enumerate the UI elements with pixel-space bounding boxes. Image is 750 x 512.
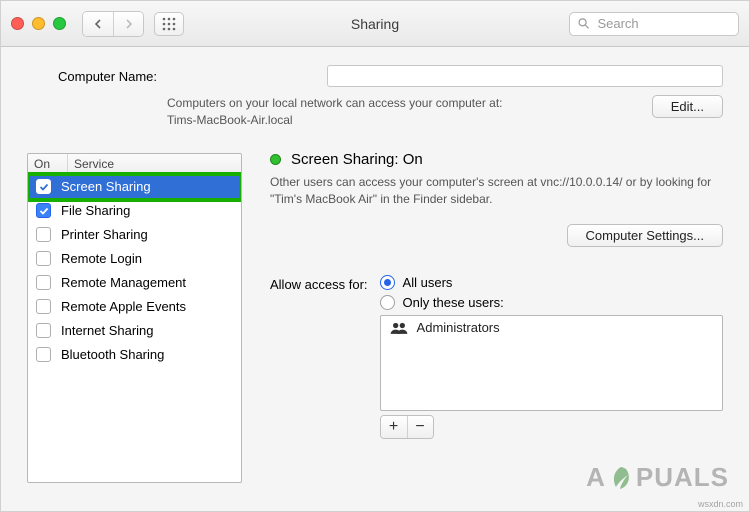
service-label: Bluetooth Sharing	[61, 347, 164, 362]
service-label: Remote Apple Events	[61, 299, 186, 314]
show-all-button[interactable]	[154, 12, 184, 36]
status-title: Screen Sharing: On	[291, 151, 423, 168]
service-checkbox[interactable]	[36, 323, 51, 338]
service-label: Printer Sharing	[61, 227, 148, 242]
computer-name-subtext: Computers on your local network can acce…	[167, 95, 723, 129]
computer-name-field[interactable]	[327, 65, 723, 87]
allow-access-block: Allow access for: All users Only these u…	[270, 275, 723, 439]
service-row[interactable]: File Sharing	[28, 199, 241, 223]
service-row[interactable]: Remote Management	[28, 271, 241, 295]
radio-only-users-label: Only these users:	[403, 295, 504, 310]
status-indicator-icon	[270, 154, 281, 165]
search-icon	[578, 17, 589, 30]
allowed-users-list[interactable]: Administrators	[380, 315, 723, 411]
service-label: Internet Sharing	[61, 323, 154, 338]
service-row[interactable]: Screen Sharing	[28, 175, 241, 199]
credit-text: wsxdn.com	[698, 499, 743, 509]
service-checkbox[interactable]	[36, 227, 51, 242]
local-access-text: Computers on your local network can acce…	[167, 95, 502, 112]
service-label: Remote Management	[61, 275, 186, 290]
service-detail: Screen Sharing: On Other users can acces…	[270, 153, 723, 483]
col-header-on[interactable]: On	[28, 154, 68, 174]
service-list: On Service Screen Sharing File Sharing Pri…	[27, 153, 242, 483]
service-label: File Sharing	[61, 203, 130, 218]
edit-hostname-button[interactable]: Edit...	[652, 95, 723, 118]
search-input[interactable]	[595, 15, 730, 32]
service-checkbox[interactable]	[36, 347, 51, 362]
service-checkbox[interactable]	[36, 299, 51, 314]
search-field[interactable]	[569, 12, 739, 36]
radio-all-users[interactable]	[380, 275, 395, 290]
nav-back-forward	[82, 11, 144, 37]
zoom-icon[interactable]	[53, 17, 66, 30]
traffic-lights	[11, 17, 66, 30]
status-description: Other users can access your computer's s…	[270, 174, 723, 209]
remove-user-button[interactable]: −	[407, 416, 433, 438]
computer-name-label: Computer Name:	[27, 69, 157, 84]
local-hostname: Tims-MacBook-Air.local	[167, 112, 502, 129]
content-area: Computer Name: Computers on your local n…	[1, 47, 749, 511]
radio-all-users-row[interactable]: All users	[380, 275, 723, 290]
service-label: Screen Sharing	[61, 179, 151, 194]
user-list-label: Administrators	[417, 320, 500, 335]
allow-access-label: Allow access for:	[270, 277, 368, 439]
add-user-button[interactable]: +	[381, 416, 407, 438]
service-checkbox[interactable]	[36, 251, 51, 266]
service-row[interactable]: Internet Sharing	[28, 319, 241, 343]
list-item[interactable]: Administrators	[389, 320, 714, 335]
service-label: Remote Login	[61, 251, 142, 266]
service-checkbox[interactable]	[36, 179, 51, 194]
service-row[interactable]: Bluetooth Sharing	[28, 343, 241, 367]
computer-name-row: Computer Name:	[27, 65, 723, 87]
service-row[interactable]: Remote Login	[28, 247, 241, 271]
titlebar: Sharing	[1, 1, 749, 47]
minimize-icon[interactable]	[32, 17, 45, 30]
preferences-window: Sharing Computer Name: Computers on your…	[0, 0, 750, 512]
back-button[interactable]	[83, 12, 113, 36]
radio-only-users[interactable]	[380, 295, 395, 310]
add-remove-group: + −	[380, 415, 434, 439]
radio-all-users-label: All users	[403, 275, 453, 290]
group-icon	[389, 321, 409, 335]
close-icon[interactable]	[11, 17, 24, 30]
col-header-service[interactable]: Service	[68, 154, 241, 174]
service-checkbox[interactable]	[36, 203, 51, 218]
service-checkbox[interactable]	[36, 275, 51, 290]
computer-settings-button[interactable]: Computer Settings...	[567, 224, 724, 247]
service-row[interactable]: Remote Apple Events	[28, 295, 241, 319]
status-row: Screen Sharing: On	[270, 151, 723, 168]
service-list-header: On Service	[28, 154, 241, 175]
service-row[interactable]: Printer Sharing	[28, 223, 241, 247]
radio-only-users-row[interactable]: Only these users:	[380, 295, 723, 310]
forward-button[interactable]	[113, 12, 143, 36]
